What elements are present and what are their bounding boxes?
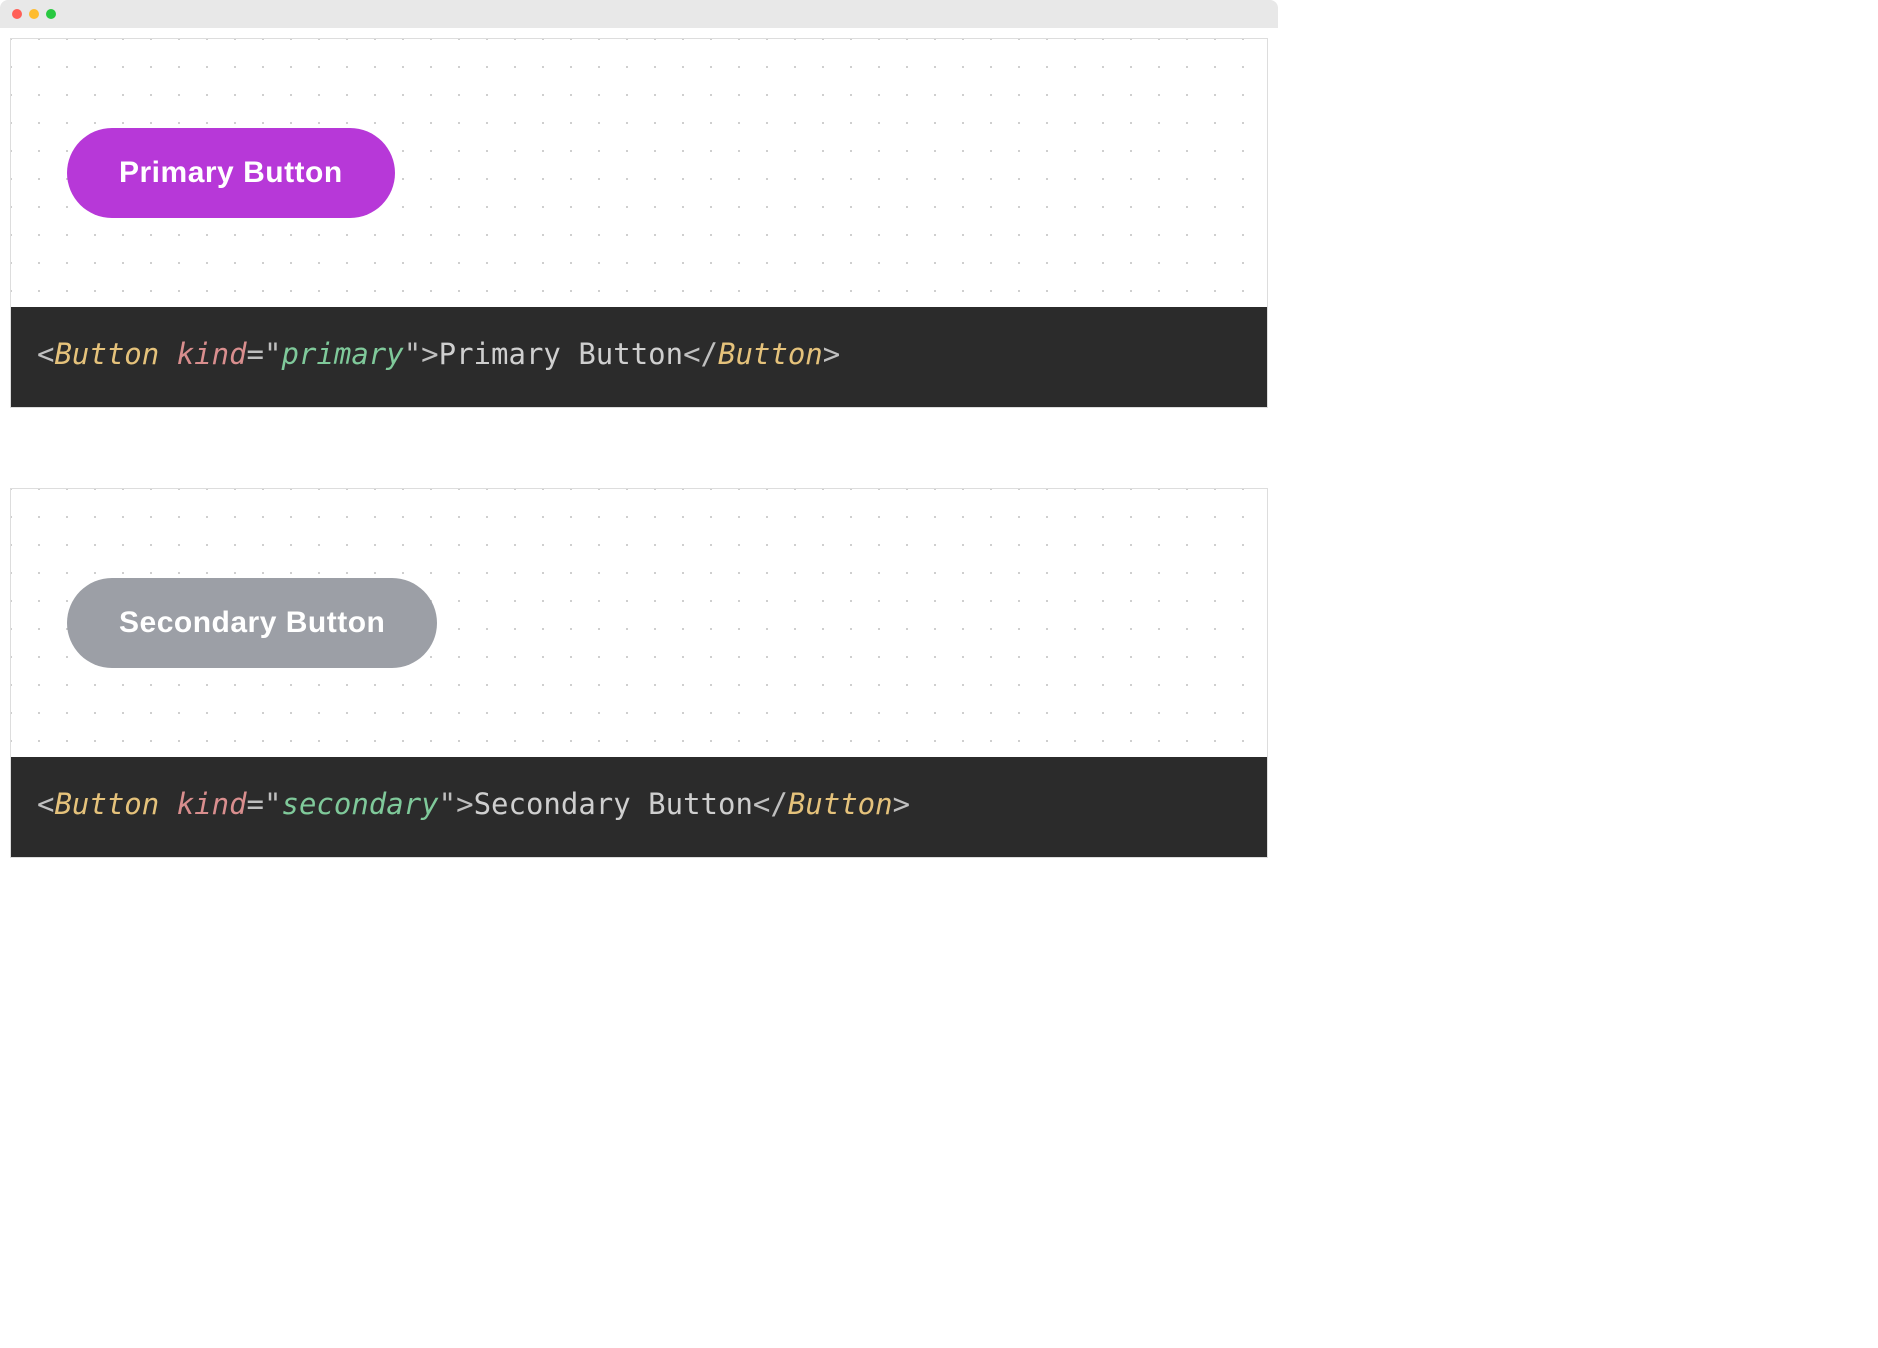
copy-button[interactable] bbox=[1207, 787, 1241, 821]
example-block-primary: Primary Button <Button kind="primary">Pr… bbox=[10, 38, 1268, 408]
primary-button[interactable]: Primary Button bbox=[67, 128, 395, 218]
copy-button[interactable] bbox=[1207, 337, 1241, 371]
window-close-icon[interactable] bbox=[12, 9, 22, 19]
preview-area: Secondary Button bbox=[11, 489, 1267, 757]
code-block: <Button kind="secondary">Secondary Butto… bbox=[11, 757, 1267, 857]
window-maximize-icon[interactable] bbox=[46, 9, 56, 19]
copy-icon bbox=[1207, 405, 1241, 407]
window-titlebar bbox=[0, 0, 1278, 28]
code-block: <Button kind="primary">Primary Button</B… bbox=[11, 307, 1267, 407]
code-line: <Button kind="primary">Primary Button</B… bbox=[37, 337, 840, 371]
content-area: Primary Button <Button kind="primary">Pr… bbox=[0, 28, 1278, 918]
preview-area: Primary Button bbox=[11, 39, 1267, 307]
copy-icon bbox=[1207, 855, 1241, 857]
window: Primary Button <Button kind="primary">Pr… bbox=[0, 0, 1278, 918]
window-minimize-icon[interactable] bbox=[29, 9, 39, 19]
example-block-secondary: Secondary Button <Button kind="secondary… bbox=[10, 488, 1268, 858]
code-line: <Button kind="secondary">Secondary Butto… bbox=[37, 787, 910, 821]
secondary-button[interactable]: Secondary Button bbox=[67, 578, 437, 668]
